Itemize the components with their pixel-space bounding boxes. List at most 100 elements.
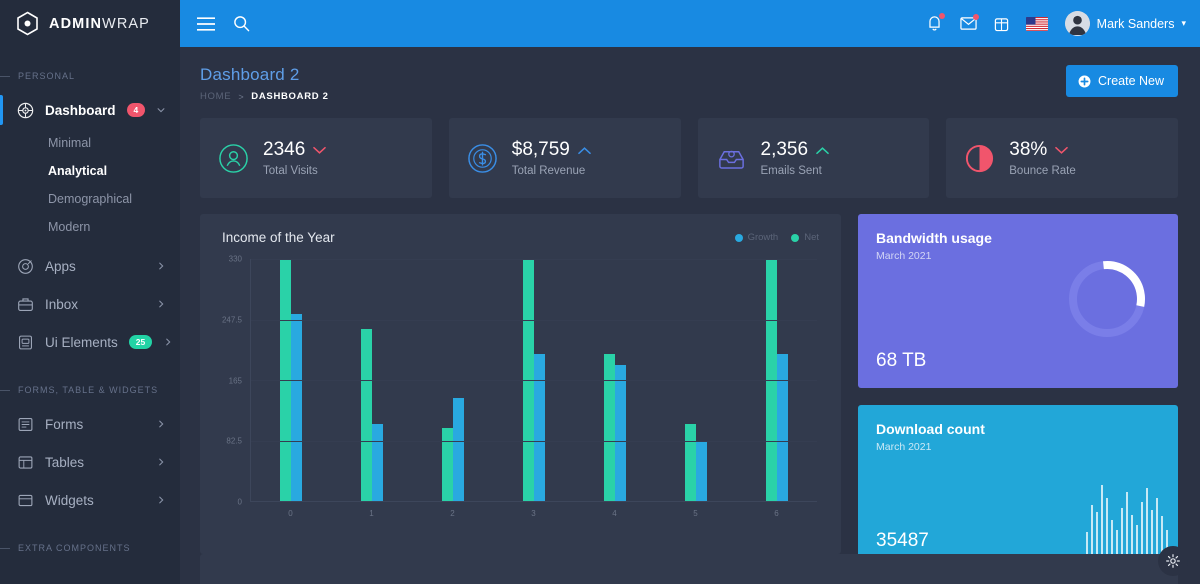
avatar xyxy=(1064,11,1090,36)
user-name: Mark Sanders xyxy=(1096,16,1175,31)
chart-title: Income of the Year xyxy=(222,230,335,245)
y-axis: 330 247.5 165 82.5 0 xyxy=(214,255,248,507)
y-axis-tick: 82.5 xyxy=(226,436,242,446)
y-axis-tick: 165 xyxy=(228,376,242,385)
trend-up-icon xyxy=(816,146,829,155)
sidebar-item-inbox[interactable]: Inbox xyxy=(0,285,180,323)
create-new-button[interactable]: Create New xyxy=(1066,65,1178,97)
sparkline-bar xyxy=(1156,498,1158,560)
sparkline-bar xyxy=(1101,485,1103,560)
stat-card-emails-sent[interactable]: 2,356 Emails Sent xyxy=(697,118,930,198)
bar-growth[interactable] xyxy=(776,354,788,501)
envelope-icon[interactable] xyxy=(959,14,979,31)
stat-card-total-revenue[interactable]: $8,759 Total Revenue xyxy=(448,118,681,198)
brand-logo[interactable]: ADMINWRAP xyxy=(0,0,180,47)
bar-growth[interactable] xyxy=(291,314,303,501)
sidebar-item-ui-elements[interactable]: Ui Elements 25 xyxy=(0,323,180,361)
gift-icon[interactable] xyxy=(994,16,1009,32)
x-axis-tick: 1 xyxy=(369,509,374,518)
bar-net[interactable] xyxy=(603,354,615,501)
gear-icon xyxy=(1166,554,1180,568)
settings-fab-button[interactable] xyxy=(1158,546,1188,576)
widget-title: Download count xyxy=(876,421,985,437)
bar-growth[interactable] xyxy=(695,440,707,501)
stat-label: Bounce Rate xyxy=(1009,165,1076,177)
bar-growth[interactable] xyxy=(453,398,465,501)
x-axis-tick: 5 xyxy=(693,509,698,518)
hamburger-icon[interactable] xyxy=(197,16,215,31)
legend-item-growth[interactable]: Growth xyxy=(734,232,778,243)
chart-plot: 330 247.5 165 82.5 0 0 1 2 3 4 5 6 xyxy=(214,255,823,524)
mail-notification-dot xyxy=(972,14,979,20)
sidebar-subitem-demographical[interactable]: Demographical xyxy=(0,185,180,213)
bar-growth[interactable] xyxy=(372,424,384,501)
chevron-down-icon xyxy=(156,105,166,115)
sidebar-subitem-analytical[interactable]: Analytical xyxy=(0,157,180,185)
topbar-actions: Mark Sanders ▾ xyxy=(926,11,1186,36)
sidebar-section-forms: FORMS, TABLE & WIDGETS xyxy=(0,385,180,395)
ui-elements-icon xyxy=(17,334,34,351)
app-root: ADMINWRAP PERSONAL Dashboard 4 Minimal A… xyxy=(0,0,1200,584)
stat-card-total-visits[interactable]: 2346 Total Visits xyxy=(200,118,432,198)
sidebar-item-label: Inbox xyxy=(45,296,79,312)
income-chart-card: Income of the Year Growth Net 330 247.5 1 xyxy=(200,214,841,554)
stat-card-bounce-rate[interactable]: 38% Bounce Rate xyxy=(946,118,1178,198)
chevron-right-icon xyxy=(156,457,166,467)
bar-net[interactable] xyxy=(361,328,373,501)
sidebar-subitem-minimal[interactable]: Minimal xyxy=(0,129,180,157)
bar-growth[interactable] xyxy=(614,365,626,501)
chart-legend: Growth Net xyxy=(734,232,819,243)
x-axis-tick: 6 xyxy=(774,509,779,518)
dashboard-icon xyxy=(17,102,34,119)
chevron-right-icon xyxy=(156,261,166,271)
x-axis-tick: 2 xyxy=(450,509,455,518)
forms-icon xyxy=(17,416,34,433)
bar-net[interactable] xyxy=(684,424,696,501)
stat-value: 2346 xyxy=(263,139,306,160)
widget-value: 35487 xyxy=(876,530,929,551)
bandwidth-usage-card[interactable]: Bandwidth usage March 2021 68 TB xyxy=(858,214,1178,388)
sidebar-item-forms[interactable]: Forms xyxy=(0,405,180,443)
legend-item-net[interactable]: Net xyxy=(791,232,819,243)
widget-value: 68 TB xyxy=(876,350,927,371)
dashboard-badge: 4 xyxy=(126,103,146,117)
sidebar-subitem-modern[interactable]: Modern xyxy=(0,213,180,241)
breadcrumb-home[interactable]: HOME xyxy=(200,91,231,102)
bar-growth[interactable] xyxy=(534,354,545,501)
bar-net[interactable] xyxy=(442,427,454,501)
content-row: Income of the Year Growth Net 330 247.5 1 xyxy=(180,198,1200,568)
stat-label: Emails Sent xyxy=(760,165,822,177)
bandwidth-donut-chart xyxy=(1064,256,1150,347)
user-menu[interactable]: Mark Sanders ▾ xyxy=(1064,11,1186,36)
x-axis-tick: 0 xyxy=(288,509,293,518)
search-icon[interactable] xyxy=(233,15,250,32)
sparkline-bar xyxy=(1126,492,1128,560)
widget-title: Bandwidth usage xyxy=(876,230,992,246)
us-flag-icon[interactable] xyxy=(1025,16,1048,31)
y-axis-tick: 330 xyxy=(228,254,242,264)
breadcrumb-current: DASHBOARD 2 xyxy=(251,91,329,102)
sidebar-item-apps[interactable]: Apps xyxy=(0,247,180,285)
hexagon-dot-icon xyxy=(15,11,40,36)
y-axis-tick: 0 xyxy=(237,497,242,507)
ui-elements-badge: 25 xyxy=(128,335,153,349)
brand-name: ADMINWRAP xyxy=(49,15,150,32)
sidebar-section-extra: EXTRA COMPONENTS xyxy=(0,543,180,553)
sidebar-item-dashboard[interactable]: Dashboard 4 xyxy=(0,91,180,129)
sidebar-item-label: Widgets xyxy=(45,492,94,508)
page-title: Dashboard 2 xyxy=(200,65,300,84)
bell-icon[interactable] xyxy=(926,13,945,32)
sidebar-item-label: Dashboard xyxy=(45,102,116,118)
gridline xyxy=(251,259,817,260)
sidebar: ADMINWRAP PERSONAL Dashboard 4 Minimal A… xyxy=(0,0,180,584)
chevron-right-icon xyxy=(156,299,166,309)
plot-area xyxy=(250,259,817,502)
bell-notification-dot xyxy=(938,13,945,19)
contrast-circle-icon xyxy=(964,143,995,174)
sidebar-item-tables[interactable]: Tables xyxy=(0,443,180,481)
stat-label: Total Revenue xyxy=(511,165,586,177)
apps-icon xyxy=(17,258,34,275)
sidebar-item-widgets[interactable]: Widgets xyxy=(0,481,180,519)
trend-down-icon xyxy=(313,146,327,155)
download-count-card[interactable]: Download count March 2021 35487 xyxy=(858,405,1178,568)
